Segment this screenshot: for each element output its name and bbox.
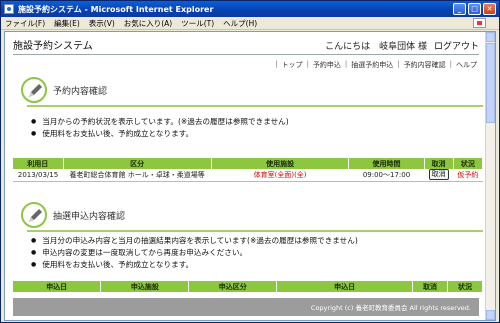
menu-help[interactable]: ヘルプ(H) (223, 18, 257, 29)
page-content: 施設予約システム こんにちは 岐阜団体 様 ログアウト | トップ | 予約申込 |… (5, 32, 485, 320)
nav-top-link[interactable]: トップ (282, 60, 303, 70)
copyright-text: Copyright (c) 養老町教育委員会 All rights reserv… (310, 304, 471, 312)
menu-edit[interactable]: 編集(E) (54, 18, 80, 29)
column-header: 区分 (63, 158, 212, 169)
nav-help-link[interactable]: ヘルプ (456, 60, 477, 70)
status-cell: 仮予約 (453, 169, 483, 182)
column-header: 利用日 (13, 158, 64, 169)
page-footer: Copyright (c) 養老町教育委員会 All rights reserv… (13, 298, 479, 316)
maximize-button[interactable]: □ (468, 3, 481, 15)
nav-lottery-link[interactable]: 抽選予約申込 (351, 60, 393, 70)
scroll-up-arrow-icon[interactable] (486, 32, 495, 42)
pencil-icon (21, 202, 47, 228)
reservation-table: 利用日 区分 使用施設 使用時間 取消 状況 2013/03/15 養老町総合体… (13, 158, 484, 182)
note-item: 申込内容の変更は一度取消してから再度お申込みください。 (31, 247, 358, 259)
table-row: 2013/03/15 養老町総合体育館 ホール・卓球・柔道場等 体育室(全面)(… (13, 169, 483, 182)
menu-bar: ファイル(F) 編集(E) 表示(V) お気に入り(A) ツール(T) ヘルプ(… (1, 17, 499, 30)
lottery-notes: 当月分の申込み内容と当月の抽選結果内容を表示しています(※過去の履歴は参照できま… (31, 235, 358, 271)
reservation-section-title: 予約内容確認 (53, 86, 108, 97)
logout-link[interactable]: ログアウト (434, 39, 479, 54)
column-header: 状況 (453, 158, 484, 169)
greeting-text: こんにちは 岐阜団体 様 (325, 42, 427, 52)
column-header: 申込日 (276, 281, 414, 292)
column-header: 使用時間 (348, 158, 425, 169)
category-cell: 養老町総合体育館 ホール・卓球・柔道場等 (63, 169, 212, 182)
reservation-notes: 当月からの予約状況を表示しています。(※過去の履歴は参照できません) 使用料をお… (31, 116, 289, 140)
menu-tools[interactable]: ツール(T) (181, 18, 214, 29)
column-header: 申込日 (13, 281, 102, 292)
note-item: 使用料をお支払い後、予約成立となります。 (31, 259, 358, 271)
column-header: 申込施設 (100, 281, 190, 292)
nav-reserve-link[interactable]: 予約申込 (313, 60, 341, 70)
cancel-button[interactable]: 取消 (428, 169, 449, 181)
column-header: 申込区分 (188, 281, 278, 292)
note-item: 使用料をお支払い後、予約成立となります。 (31, 128, 289, 140)
menu-view[interactable]: 表示(V) (89, 18, 115, 29)
date-cell: 2013/03/15 (13, 169, 64, 182)
scroll-down-arrow-icon[interactable] (486, 310, 495, 320)
note-item: 当月からの予約状況を表示しています。(※過去の履歴は参照できません) (31, 116, 288, 128)
browser-window: 施設予約システム - Microsoft Internet Explorer _… (0, 0, 500, 323)
lottery-section-header: 抽選申込内容確認 (21, 201, 221, 229)
lottery-table: 申込日 申込施設 申込区分 申込日 取消 状況 (13, 281, 484, 292)
minimize-button[interactable]: _ (453, 3, 466, 15)
menu-file[interactable]: ファイル(F) (5, 18, 45, 29)
window-title: 施設予約システム - Microsoft Internet Explorer (18, 4, 214, 14)
site-title: 施設予約システム (13, 41, 93, 52)
reservation-section-header: 予約内容確認 (21, 76, 221, 104)
title-bar: 施設予約システム - Microsoft Internet Explorer _… (1, 1, 499, 17)
menu-favorites[interactable]: お気に入り(A) (124, 18, 172, 29)
ie-icon (4, 4, 14, 14)
time-cell: 09:00～17:00 (348, 169, 425, 182)
vertical-scrollbar[interactable] (485, 32, 495, 320)
column-header: 状況 (447, 281, 484, 292)
facility-cell: 体育室(全面)(全) (211, 169, 349, 182)
scroll-thumb[interactable] (486, 43, 495, 123)
windows-flag-icon (473, 18, 486, 28)
column-header: 取消 (424, 158, 454, 169)
top-navigation: | トップ | 予約申込 | 抽選予約申込 | 予約内容確認 | ヘルプ (275, 60, 477, 70)
nav-confirm-link[interactable]: 予約内容確認 (404, 60, 446, 70)
note-item: 当月分の申込み内容と当月の抽選結果内容を表示しています(※過去の履歴は参照できま… (31, 235, 358, 247)
column-header: 取消 (412, 281, 448, 292)
pencil-icon (21, 77, 47, 103)
section-divider (27, 230, 483, 232)
page-viewport: 施設予約システム こんにちは 岐阜団体 様 ログアウト | トップ | 予約申込 |… (4, 31, 496, 321)
column-header: 使用施設 (211, 158, 350, 169)
section-divider (27, 105, 483, 107)
site-header: 施設予約システム こんにちは 岐阜団体 様 ログアウト (13, 38, 479, 55)
cancel-cell: 取消 (424, 169, 454, 182)
lottery-section-title: 抽選申込内容確認 (53, 211, 126, 222)
close-button[interactable]: ✕ (483, 3, 496, 15)
